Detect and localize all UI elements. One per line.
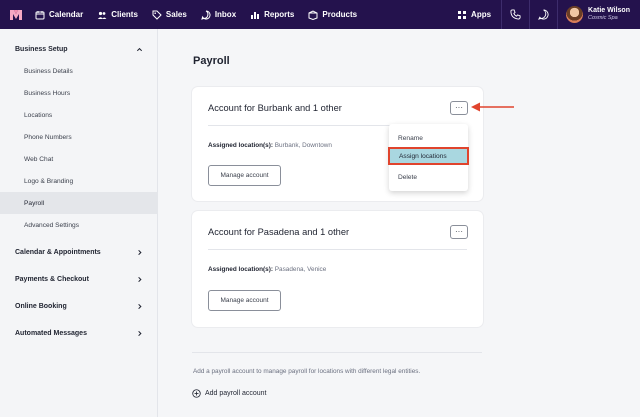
chat-bubble-icon xyxy=(538,9,549,20)
sidebar-item-phone-numbers[interactable]: Phone Numbers xyxy=(0,126,158,148)
sidebar-section-label: Calendar & Appointments xyxy=(15,248,101,256)
top-nav: Calendar Clients Sales Inbox Reports Pro… xyxy=(0,0,640,29)
nav-right: Apps Katie Wilson Cosmic Spa xyxy=(447,0,640,29)
account-options-menu: Rename Assign locations Delete xyxy=(388,124,469,191)
sidebar-section-label: Online Booking xyxy=(15,302,67,310)
assigned-locations: Assigned location(s): Burbank, Downtown xyxy=(208,142,332,149)
assigned-label: Assigned location(s): xyxy=(208,142,273,149)
menu-item-delete[interactable]: Delete xyxy=(389,168,468,186)
payroll-account-card: Account for Pasadena and 1 other ··· Ass… xyxy=(192,211,483,327)
help-text: Add a payroll account to manage payroll … xyxy=(193,368,421,375)
add-payroll-account-label: Add payroll account xyxy=(205,390,267,397)
sidebar-section-business-setup[interactable]: Business Setup xyxy=(0,38,158,60)
sidebar-section-calendar-appointments[interactable]: Calendar & Appointments xyxy=(0,241,158,263)
nav-products[interactable]: Products xyxy=(308,9,358,20)
clients-icon xyxy=(98,11,107,19)
sidebar-section-automated-messages[interactable]: Automated Messages xyxy=(0,322,158,344)
reports-icon xyxy=(251,11,260,19)
nav-calendar[interactable]: Calendar xyxy=(35,10,83,20)
page-title: Payroll xyxy=(193,55,230,67)
nav-reports-label: Reports xyxy=(264,10,295,19)
nav-reports[interactable]: Reports xyxy=(250,10,294,20)
phone-icon xyxy=(510,9,521,20)
chat-button[interactable] xyxy=(530,0,559,29)
nav-inbox-label: Inbox xyxy=(214,10,237,19)
assigned-values: Pasadena, Venice xyxy=(274,266,327,273)
sidebar-item-payroll[interactable]: Payroll xyxy=(0,192,158,214)
card-title: Account for Pasadena and 1 other xyxy=(208,227,350,237)
ellipsis-icon: ··· xyxy=(455,227,463,236)
sidebar-section-payments-checkout[interactable]: Payments & Checkout xyxy=(0,268,158,290)
sidebar-item-advanced-settings[interactable]: Advanced Settings xyxy=(0,214,158,236)
manage-account-button[interactable]: Manage account xyxy=(208,290,281,311)
sales-icon xyxy=(152,10,162,20)
nav-calendar-label: Calendar xyxy=(49,10,84,19)
main-content: Payroll Account for Burbank and 1 other … xyxy=(159,29,640,417)
inbox-icon xyxy=(201,9,211,20)
phone-button[interactable] xyxy=(502,0,531,29)
apps-button[interactable]: Apps xyxy=(447,0,503,29)
nav-products-label: Products xyxy=(322,10,358,19)
brand-logo[interactable] xyxy=(9,8,23,22)
sidebar-item-web-chat[interactable]: Web Chat xyxy=(0,148,158,170)
nav-clients-label: Clients xyxy=(111,10,138,19)
menu-item-assign-locations[interactable]: Assign locations xyxy=(388,147,469,165)
nav-sales[interactable]: Sales xyxy=(152,10,187,20)
more-options-button[interactable]: ··· xyxy=(450,225,468,239)
assigned-locations: Assigned location(s): Pasadena, Venice xyxy=(208,266,326,273)
sidebar-section-label: Business Setup xyxy=(15,45,68,53)
chevron-right-icon xyxy=(138,276,142,282)
products-icon xyxy=(308,9,318,20)
chevron-right-icon xyxy=(138,303,142,309)
chevron-right-icon xyxy=(138,330,142,336)
nav-sales-label: Sales xyxy=(165,10,187,19)
apps-label: Apps xyxy=(471,10,492,19)
user-menu[interactable]: Katie Wilson Cosmic Spa xyxy=(558,0,640,29)
card-title: Account for Burbank and 1 other xyxy=(208,103,342,113)
user-name: Katie Wilson xyxy=(588,7,630,14)
sidebar-item-business-hours[interactable]: Business Hours xyxy=(0,82,158,104)
assigned-label: Assigned location(s): xyxy=(208,266,273,273)
sidebar-item-locations[interactable]: Locations xyxy=(0,104,158,126)
nav-inbox[interactable]: Inbox xyxy=(201,9,237,20)
ellipsis-icon: ··· xyxy=(455,103,463,112)
plus-circle-icon xyxy=(192,389,201,398)
nav-clients[interactable]: Clients xyxy=(97,10,138,20)
sidebar-section-label: Payments & Checkout xyxy=(15,275,89,283)
chevron-up-icon xyxy=(136,47,143,51)
sidebar-item-logo-branding[interactable]: Logo & Branding xyxy=(0,170,158,192)
avatar xyxy=(566,6,584,23)
more-options-button[interactable]: ··· xyxy=(450,101,468,115)
manage-account-button[interactable]: Manage account xyxy=(208,165,281,186)
user-info: Katie Wilson Cosmic Spa xyxy=(588,7,630,22)
section-divider xyxy=(192,352,482,353)
menu-item-rename[interactable]: Rename xyxy=(389,129,468,147)
sidebar-section-online-booking[interactable]: Online Booking xyxy=(0,295,158,317)
calendar-icon xyxy=(35,10,45,19)
sidebar: Business Setup Business Details Business… xyxy=(0,29,158,417)
sidebar-item-business-details[interactable]: Business Details xyxy=(0,60,158,82)
card-divider xyxy=(208,249,467,250)
sidebar-section-label: Automated Messages xyxy=(15,329,87,337)
chevron-right-icon xyxy=(138,249,142,255)
assigned-values: Burbank, Downtown xyxy=(274,142,332,149)
business-name: Cosmic Spa xyxy=(588,15,618,21)
add-payroll-account-link[interactable]: Add payroll account xyxy=(192,389,266,398)
apps-grid-icon xyxy=(458,10,467,19)
annotation-arrow-icon xyxy=(471,102,514,112)
